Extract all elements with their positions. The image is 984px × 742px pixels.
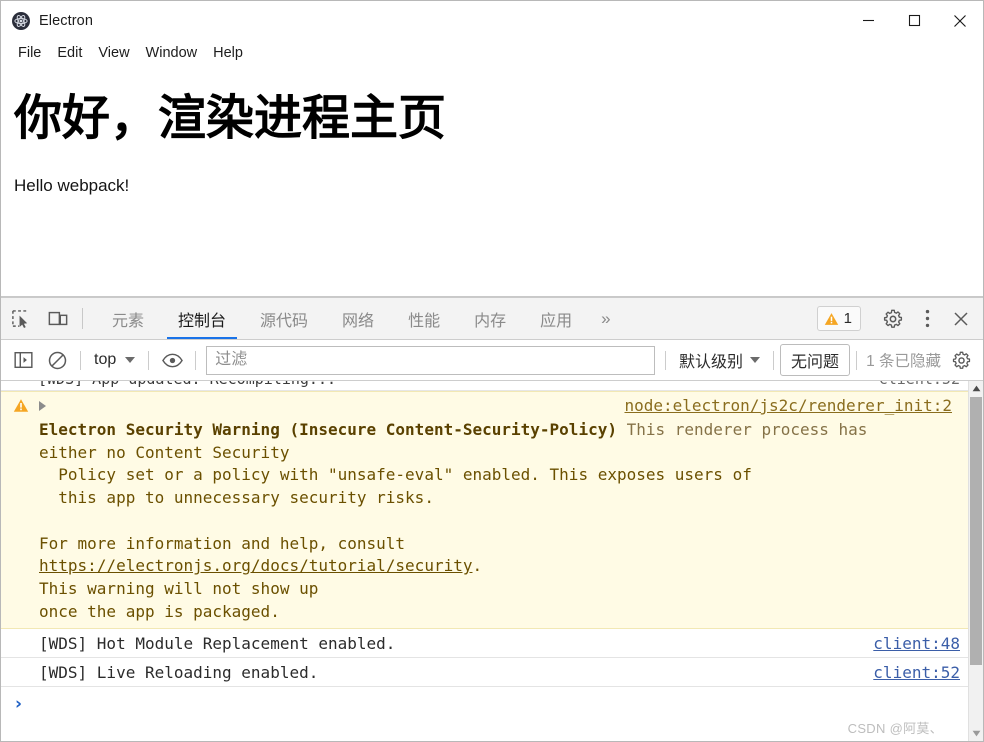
log-message-source[interactable]: client:52: [873, 663, 960, 682]
hidden-messages-count: 1 条已隐藏: [866, 353, 941, 370]
log-message-source[interactable]: client:48: [873, 634, 960, 653]
page-title: 你好，渲染进程主页: [14, 92, 447, 145]
expand-arrow-icon[interactable]: [39, 401, 46, 411]
warning-line7-after-link: .: [472, 556, 483, 576]
filter-divider-5: [773, 350, 775, 370]
title-bar-left: Electron: [1, 11, 93, 30]
warning-header: node:electron/js2c/renderer_init:2: [1, 396, 968, 417]
renderer-page-content: 你好，渲染进程主页 Hello webpack!: [1, 67, 983, 297]
tab-elements[interactable]: 元素: [95, 298, 161, 339]
console-context-label: top: [94, 351, 117, 368]
log-level-label: 默认级别: [679, 354, 744, 371]
menu-bar: File Edit View Window Help: [1, 40, 983, 67]
console-log-message[interactable]: [WDS] Hot Module Replacement enabled. cl…: [1, 629, 968, 659]
warning-triangle-icon: [13, 398, 29, 413]
scrollbar-thumb[interactable]: [970, 397, 982, 665]
menu-item-file[interactable]: File: [10, 43, 49, 64]
chevron-down-icon: [125, 357, 136, 363]
console-context-selector[interactable]: top: [87, 347, 142, 373]
scroll-down-arrow-icon[interactable]: [969, 726, 983, 741]
console-scrollbar[interactable]: [968, 381, 983, 741]
more-tabs-icon[interactable]: »: [589, 298, 622, 339]
close-button[interactable]: [937, 1, 983, 40]
log-message-text: [WDS] Hot Module Replacement enabled.: [39, 633, 396, 653]
warning-line6: For more information and help, consult: [39, 533, 406, 553]
devtools-tab-bar: 元素 控制台 源代码 网络 性能 内存 应用 » 1: [1, 298, 983, 340]
clear-console-icon[interactable]: [40, 345, 74, 375]
electron-atom-icon: [12, 11, 30, 30]
devtools-panel: 元素 控制台 源代码 网络 性能 内存 应用 » 1 top 过滤 默认级别 无…: [1, 297, 983, 741]
live-expression-eye-icon[interactable]: [155, 345, 189, 375]
prompt-chevron-icon: ›: [15, 693, 23, 714]
warning-body-text: Electron Security Warning (Insecure Cont…: [1, 417, 968, 623]
menu-item-view[interactable]: View: [90, 43, 137, 64]
maximize-button[interactable]: [891, 1, 937, 40]
menu-item-window[interactable]: Window: [138, 43, 206, 64]
console-message-clipped: [WDS] App updated. Recompiling... client…: [1, 381, 968, 391]
warning-line1-rest: This renderer process has: [616, 420, 868, 439]
tab-memory[interactable]: 内存: [457, 298, 523, 339]
devtools-tab-bar-right: 1: [816, 298, 983, 339]
chevron-down-icon-level: [750, 357, 761, 363]
log-message-text: [WDS] Live Reloading enabled.: [39, 662, 319, 682]
filter-divider-4: [665, 350, 667, 370]
filter-divider-1: [80, 350, 81, 370]
menu-item-help[interactable]: Help: [205, 43, 251, 64]
warning-line4: this app to unnecessary security risks.: [39, 488, 434, 508]
filter-divider-3: [195, 350, 197, 370]
tab-application[interactable]: 应用: [523, 298, 589, 339]
devtools-tabs: 元素 控制台 源代码 网络 性能 内存 应用 »: [95, 298, 623, 339]
warning-source-link[interactable]: node:electron/js2c/renderer_init:2: [624, 396, 960, 415]
warning-line8: This warning will not show up: [39, 579, 319, 599]
status-badge[interactable]: 1: [816, 306, 861, 331]
console-warning-message[interactable]: node:electron/js2c/renderer_init:2 Elect…: [1, 391, 968, 630]
warning-title: Electron Security Warning (Insecure Cont…: [39, 420, 617, 439]
console-log-message[interactable]: [WDS] Live Reloading enabled. client:52: [1, 658, 968, 688]
warning-line2: either no Content Security: [39, 442, 290, 462]
page-paragraph: Hello webpack!: [14, 175, 130, 195]
clipped-message-text: [WDS] App updated. Recompiling...: [38, 381, 336, 388]
tab-network[interactable]: 网络: [325, 298, 391, 339]
console-prompt[interactable]: ›: [1, 687, 968, 721]
kebab-menu-icon[interactable]: [910, 302, 944, 336]
device-toolbar-icon[interactable]: [39, 298, 77, 339]
filter-divider-6: [856, 350, 858, 370]
console-message-list: [WDS] App updated. Recompiling... client…: [1, 381, 983, 741]
warning-docs-link[interactable]: https://electronjs.org/docs/tutorial/sec…: [39, 556, 472, 575]
filter-divider-2: [148, 350, 150, 370]
tab-performance[interactable]: 性能: [391, 298, 457, 339]
console-settings-gear-icon[interactable]: [944, 345, 978, 375]
warning-line9: once the app is packaged.: [39, 601, 280, 621]
menu-item-edit[interactable]: Edit: [49, 43, 90, 64]
log-level-selector[interactable]: 默认级别: [672, 344, 767, 376]
toolbar-divider: [82, 308, 83, 329]
title-bar: Electron: [1, 1, 983, 40]
minimize-button[interactable]: [845, 1, 891, 40]
tab-sources[interactable]: 源代码: [243, 298, 325, 339]
electron-window: Electron File Edit View Window Help 你好，渲…: [0, 0, 984, 742]
issues-button[interactable]: 无问题: [780, 344, 851, 376]
scroll-up-arrow-icon[interactable]: [969, 381, 983, 396]
warning-line3: Policy set or a policy with "unsafe-eval…: [39, 465, 752, 485]
app-title: Electron: [39, 12, 93, 29]
warning-count: 1: [843, 310, 852, 327]
inspect-element-icon[interactable]: [1, 298, 39, 339]
console-prompt-input[interactable]: [32, 693, 960, 715]
gear-icon[interactable]: [876, 302, 910, 336]
tab-console[interactable]: 控制台: [161, 298, 243, 339]
console-filter-toolbar: top 默认级别 无问题 1 条已隐藏: [1, 340, 983, 381]
console-sidebar-icon[interactable]: [6, 345, 40, 375]
clipped-message-source: client:52: [879, 381, 960, 388]
window-controls: [845, 1, 983, 40]
filter-input[interactable]: [206, 345, 656, 375]
console-scroll-area: [WDS] App updated. Recompiling... client…: [1, 381, 968, 741]
devtools-close-icon[interactable]: [944, 302, 978, 336]
warning-triangle-icon: [824, 312, 839, 326]
